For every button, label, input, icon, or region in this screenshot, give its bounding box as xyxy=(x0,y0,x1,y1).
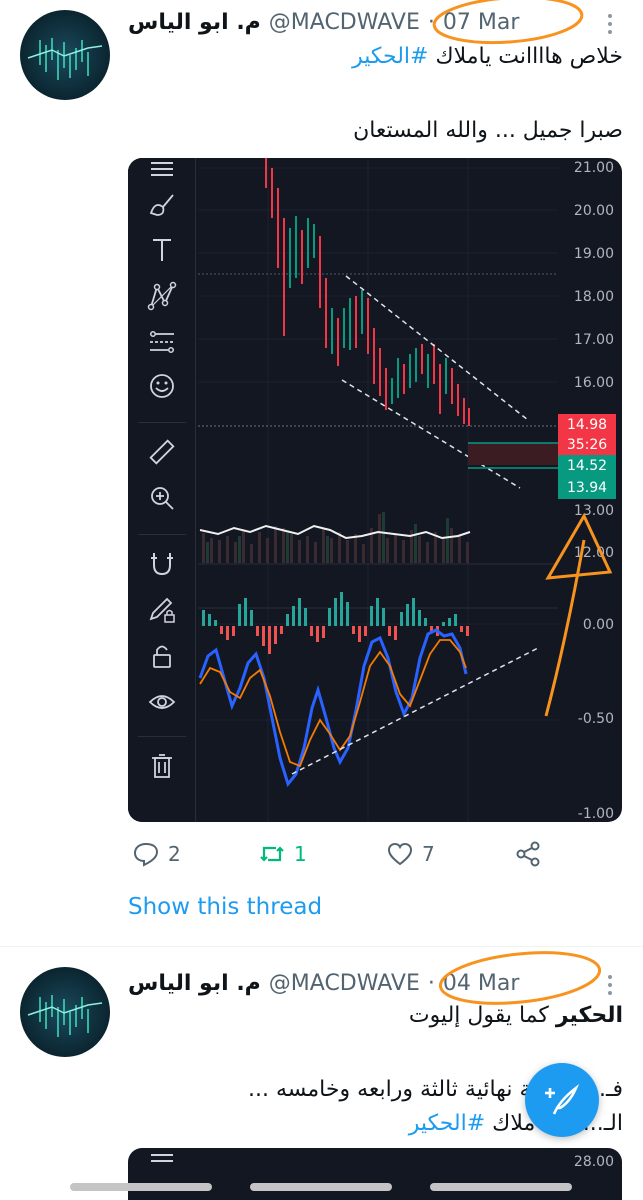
trash-icon[interactable] xyxy=(142,746,182,786)
retweet-count: 1 xyxy=(294,842,307,866)
pattern-icon[interactable] xyxy=(142,276,182,316)
measure-lines-icon[interactable] xyxy=(142,322,182,362)
tweet-text-line: خلاص هاااانت ياملاك #الحكير xyxy=(352,44,623,69)
price-axis-label: -0.50 xyxy=(577,711,614,727)
price-axis-label: 16.00 xyxy=(573,375,614,391)
target-price-badge: 13.94 xyxy=(558,477,616,499)
retweet-icon xyxy=(260,846,284,862)
nav-pill-center xyxy=(250,1183,392,1191)
price-axis-label: 28.00 xyxy=(573,1154,614,1170)
target-price-badge: 14.52 xyxy=(558,455,616,477)
price-axis-label: 13.00 xyxy=(573,503,614,519)
current-price-badge: 14.98 xyxy=(558,414,616,436)
drawing-toolbar xyxy=(128,158,196,822)
toolbar-divider xyxy=(138,736,186,737)
display-name[interactable]: م. ابو الياس xyxy=(128,10,261,35)
tweet-actions: 2 1 7 xyxy=(128,836,548,876)
share-button[interactable] xyxy=(514,840,542,868)
emoji-icon[interactable] xyxy=(142,366,182,406)
hashtag-link[interactable]: #الحكير xyxy=(409,1111,485,1136)
like-count: 7 xyxy=(422,842,435,866)
tweet-text: صبرا جميل ... والله المستعان xyxy=(353,118,623,143)
price-axis-label: 21.00 xyxy=(573,160,614,176)
tweet-text-bold: الحكير xyxy=(555,1003,623,1028)
separator-dot: · xyxy=(427,9,435,35)
tweet-header: م. ابو الياس @MACDWAVE · 04 Mar xyxy=(128,963,519,1003)
price-axis-label: 18.00 xyxy=(573,289,614,305)
lock-icon[interactable] xyxy=(142,636,182,676)
chart-canvas xyxy=(198,158,558,822)
more-options-icon[interactable] xyxy=(596,967,624,1003)
menu-icon[interactable] xyxy=(142,1148,182,1176)
text-icon[interactable] xyxy=(142,230,182,270)
nav-pill-right xyxy=(430,1183,572,1191)
tweet-date[interactable]: 04 Mar xyxy=(443,971,520,996)
price-axis-label: 19.00 xyxy=(573,246,614,262)
pencil-lock-icon[interactable] xyxy=(142,590,182,630)
menu-icon[interactable] xyxy=(142,158,182,188)
tweet-text-line: الحكير كما يقول إليوت xyxy=(409,1003,623,1028)
avatar[interactable] xyxy=(20,10,110,100)
compose-tweet-button[interactable] xyxy=(525,1063,599,1137)
eye-icon[interactable] xyxy=(142,682,182,722)
countdown-badge: 35:26 xyxy=(558,434,616,456)
retweet-button[interactable]: 1 xyxy=(258,840,307,868)
reply-icon xyxy=(133,842,159,867)
price-axis-label: 20.00 xyxy=(573,203,614,219)
toolbar-divider xyxy=(138,422,186,423)
user-handle[interactable]: @MACDWAVE xyxy=(269,10,420,35)
compose-icon xyxy=(545,1084,580,1115)
reply-button[interactable]: 2 xyxy=(132,840,181,868)
price-axis-label: 17.00 xyxy=(573,332,614,348)
tweet-date[interactable]: 07 Mar xyxy=(443,10,520,35)
zoom-in-icon[interactable] xyxy=(142,478,182,518)
price-axis-label: 0.00 xyxy=(582,617,614,633)
brush-icon[interactable] xyxy=(142,186,182,226)
chart-image[interactable]: 28.00 xyxy=(128,1148,622,1200)
avatar[interactable] xyxy=(20,967,110,1057)
tweet-text-line: صبرا جميل ... والله المستعان xyxy=(353,118,623,143)
nav-pill-left xyxy=(70,1183,212,1191)
tweet-header: م. ابو الياس @MACDWAVE · 07 Mar xyxy=(128,2,519,42)
heart-icon xyxy=(387,842,413,866)
chart-image[interactable]: 21.00 20.00 19.00 18.00 17.00 16.00 13.0… xyxy=(128,158,622,822)
show-thread-link[interactable]: Show this thread xyxy=(128,894,322,920)
hashtag-link[interactable]: #الحكير xyxy=(352,44,428,69)
separator-dot: · xyxy=(427,970,435,996)
reply-count: 2 xyxy=(168,842,181,866)
price-axis-label: -1.00 xyxy=(577,806,614,822)
tweet-text: خلاص هاااانت ياملاك xyxy=(428,44,623,69)
share-icon xyxy=(516,841,540,867)
ruler-icon[interactable] xyxy=(142,432,182,472)
magnet-icon[interactable] xyxy=(142,544,182,584)
toolbar-divider xyxy=(138,534,186,535)
price-axis-label: 12.00 xyxy=(573,545,614,561)
like-button[interactable]: 7 xyxy=(386,840,435,868)
display-name[interactable]: م. ابو الياس xyxy=(128,971,261,996)
tweet-text: كما يقول إليوت xyxy=(408,1003,556,1028)
more-options-icon[interactable] xyxy=(596,6,624,42)
tweet-divider xyxy=(0,946,643,947)
user-handle[interactable]: @MACDWAVE xyxy=(269,971,420,996)
